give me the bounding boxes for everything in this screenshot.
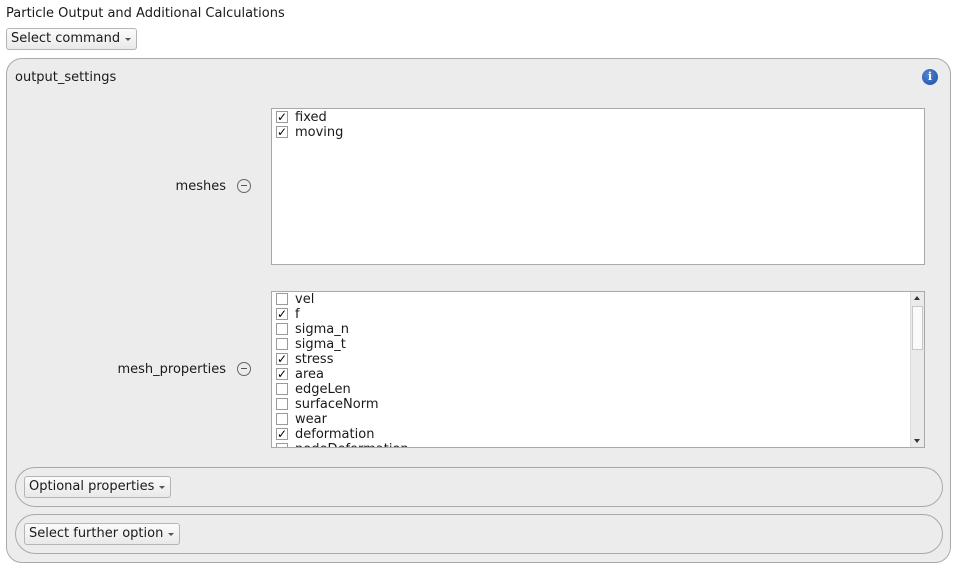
list-item[interactable]: ✓ area [272, 367, 924, 382]
checkbox[interactable] [276, 383, 288, 395]
list-item[interactable]: edgeLen [272, 382, 924, 397]
remove-mesh-properties-icon[interactable] [237, 362, 251, 376]
list-item[interactable]: surfaceNorm [272, 397, 924, 412]
checkbox[interactable] [276, 338, 288, 350]
select-further-option-dropdown[interactable]: Select further option [24, 523, 181, 545]
optional-properties-label: Optional properties [29, 479, 155, 494]
list-item-label: wear [295, 412, 327, 427]
list-item[interactable]: sigma_t [272, 337, 924, 352]
checkbox[interactable] [276, 398, 288, 410]
list-item[interactable]: wear [272, 412, 924, 427]
list-item-label: deformation [295, 427, 375, 442]
select-further-option-label: Select further option [29, 526, 164, 541]
list-item-label: nodeDeformation [295, 442, 409, 447]
list-item[interactable]: ✓ deformation [272, 427, 924, 442]
checkbox[interactable]: ✓ [276, 111, 288, 123]
scrollbar-thumb[interactable] [912, 306, 923, 350]
meshes-label: meshes [175, 179, 226, 194]
mesh-properties-label: mesh_properties [117, 362, 226, 377]
list-item[interactable]: ✓ f [272, 307, 924, 322]
select-command-dropdown[interactable]: Select command [6, 28, 138, 50]
list-item[interactable]: nodeDeformation [272, 442, 924, 447]
list-item-label: vel [295, 292, 315, 307]
list-item[interactable]: ✓ stress [272, 352, 924, 367]
remove-meshes-icon[interactable] [237, 179, 251, 193]
checkbox[interactable] [276, 323, 288, 335]
meshes-listbox[interactable]: ✓ fixed ✓ moving [271, 108, 925, 265]
list-item-label: sigma_t [295, 337, 346, 352]
scroll-up-arrow-icon[interactable] [914, 296, 920, 300]
chevron-down-icon [159, 486, 166, 489]
list-item[interactable]: sigma_n [272, 322, 924, 337]
select-command-label: Select command [11, 31, 121, 46]
mesh-properties-listbox[interactable]: vel ✓ f sigma_n sigma_t ✓ stress ✓ area edgeLen su… [271, 291, 925, 448]
scrollbar[interactable] [910, 292, 924, 447]
list-item-label: moving [295, 125, 344, 140]
scroll-down-arrow-icon[interactable] [914, 439, 920, 443]
list-item-label: fixed [295, 110, 327, 125]
list-item[interactable]: ✓ fixed [272, 110, 924, 125]
list-item-label: surfaceNorm [295, 397, 379, 412]
list-item[interactable]: ✓ moving [272, 125, 924, 140]
checkbox[interactable] [276, 443, 288, 447]
checkbox[interactable]: ✓ [276, 428, 288, 440]
checkbox[interactable]: ✓ [276, 368, 288, 380]
chevron-down-icon [168, 533, 175, 536]
list-item-label: f [295, 307, 300, 322]
checkbox[interactable]: ✓ [276, 353, 288, 365]
list-item[interactable]: vel [272, 292, 924, 307]
checkbox[interactable]: ✓ [276, 126, 288, 138]
list-item-label: stress [295, 352, 334, 367]
chevron-down-icon [125, 38, 132, 41]
info-icon[interactable]: i [922, 69, 938, 85]
list-item-label: area [295, 367, 324, 382]
output-settings-label: output_settings [15, 70, 117, 85]
list-item-label: edgeLen [295, 382, 351, 397]
checkbox[interactable] [276, 413, 288, 425]
optional-properties-dropdown[interactable]: Optional properties [24, 476, 172, 498]
list-item-label: sigma_n [295, 322, 350, 337]
checkbox[interactable] [276, 293, 288, 305]
page-title: Particle Output and Additional Calculati… [6, 6, 285, 21]
checkbox[interactable]: ✓ [276, 308, 288, 320]
